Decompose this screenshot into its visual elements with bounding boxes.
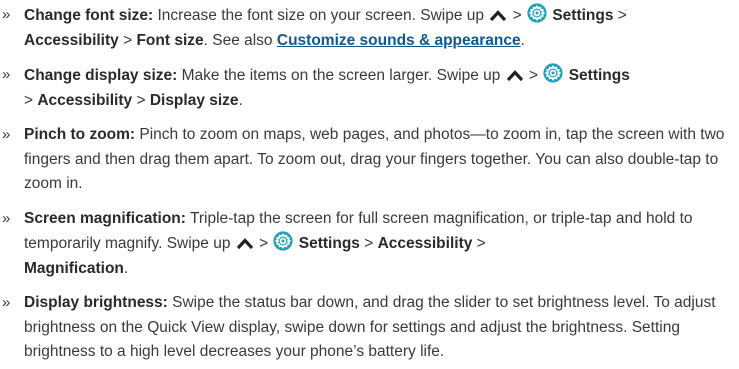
accessibility-label: Accessibility xyxy=(37,91,133,109)
separator: > xyxy=(118,31,137,49)
item-text: . xyxy=(238,91,243,109)
list-item-change-display-size: » Change display size: Make the items on… xyxy=(2,63,729,113)
accessibility-label: Accessibility xyxy=(377,235,473,252)
settings-label: Settings xyxy=(564,67,630,84)
font-size-label: Font size xyxy=(136,31,204,49)
settings-label: Settings xyxy=(294,235,360,252)
item-title: Change font size: xyxy=(24,7,154,24)
item-text: . xyxy=(520,31,525,49)
item-title: Display brightness: xyxy=(24,294,168,311)
list-item-display-brightness: » Display brightness: Swipe the status b… xyxy=(2,291,729,365)
item-title: Change display size: xyxy=(24,67,178,84)
separator: > xyxy=(613,7,627,24)
separator: > xyxy=(254,235,273,252)
chevron-up-icon xyxy=(506,69,524,83)
settings-gear-icon xyxy=(543,63,564,83)
list-item-screen-magnification: » Screen magnification: Triple-tap the s… xyxy=(2,207,729,282)
chevron-up-icon xyxy=(236,237,254,251)
bullet-marker: » xyxy=(2,126,11,143)
separator: > xyxy=(24,91,38,109)
item-title: Screen magnification: xyxy=(24,209,186,227)
bullet-marker: » xyxy=(2,209,11,227)
customize-sounds-link[interactable]: Customize sounds & appearance xyxy=(277,32,521,49)
bullet-marker: » xyxy=(2,6,11,23)
settings-gear-icon xyxy=(527,3,547,23)
display-size-label: Display size xyxy=(149,91,239,109)
separator: > xyxy=(359,235,378,252)
bullet-marker: » xyxy=(2,66,11,83)
separator: > xyxy=(472,235,486,252)
settings-label: Settings xyxy=(548,7,614,24)
separator: > xyxy=(132,91,150,109)
separator: > xyxy=(524,67,543,84)
item-title: Pinch to zoom: xyxy=(24,126,136,143)
separator: > xyxy=(508,7,527,24)
chevron-up-icon xyxy=(489,9,507,23)
bullet-marker: » xyxy=(2,294,11,311)
accessibility-label: Accessibility xyxy=(24,31,119,49)
list-item-pinch-to-zoom: » Pinch to zoom: Pinch to zoom on maps, … xyxy=(2,123,729,197)
item-text: . xyxy=(123,259,129,277)
item-text: Make the items on the screen larger. Swi… xyxy=(177,67,505,84)
item-text: . See also xyxy=(203,31,277,49)
document-body: » Change font size: Increase the font si… xyxy=(0,0,739,365)
item-text: Increase the font size on your screen. S… xyxy=(153,7,489,24)
settings-gear-icon xyxy=(273,231,294,251)
magnification-label: Magnification xyxy=(24,259,124,277)
list-item-change-font-size: » Change font size: Increase the font si… xyxy=(2,3,729,53)
